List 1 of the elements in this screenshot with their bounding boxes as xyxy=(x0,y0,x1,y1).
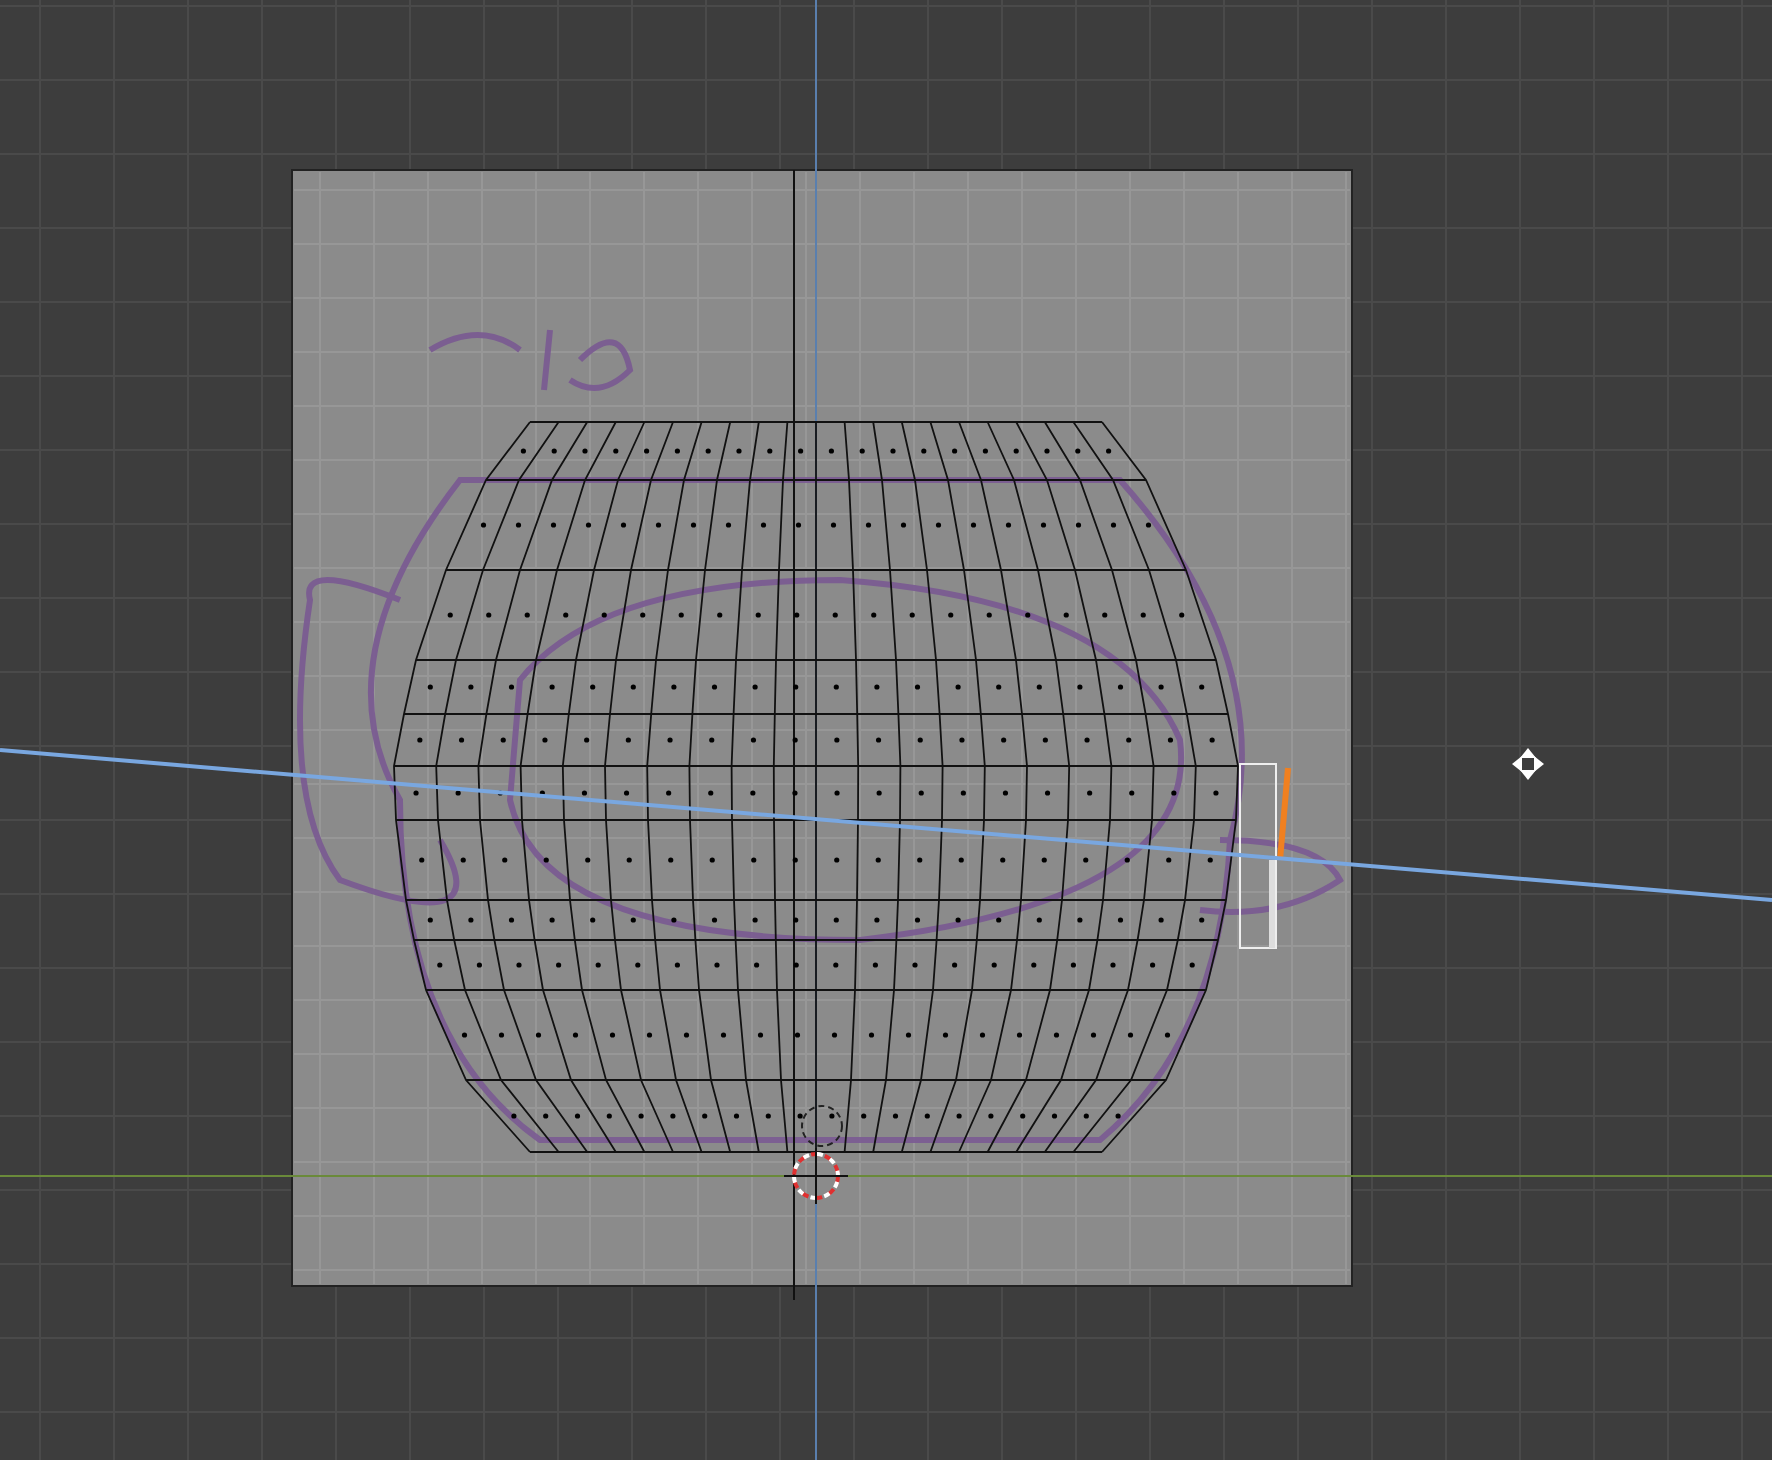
move-icon[interactable] xyxy=(1512,748,1544,780)
